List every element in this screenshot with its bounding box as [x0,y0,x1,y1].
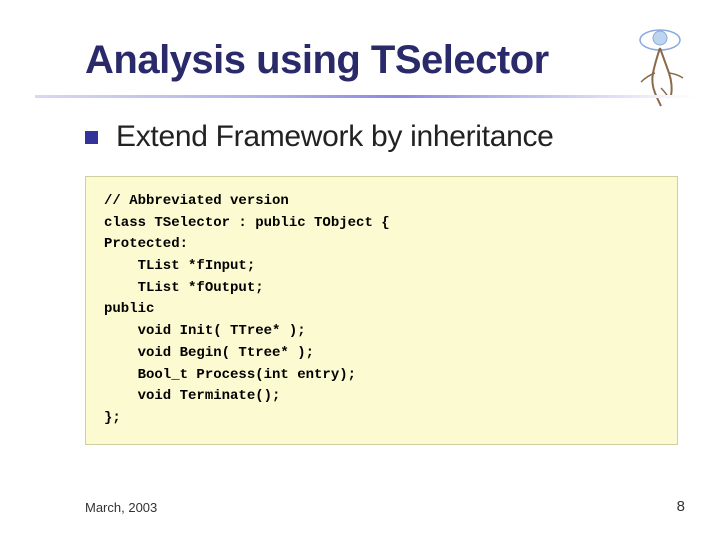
page-number: 8 [677,498,685,515]
bullet-item: Extend Framework by inheritance [85,120,680,154]
bullet-text: Extend Framework by inheritance [116,120,554,154]
slide-title: Analysis using TSelector [85,38,660,83]
code-block: // Abbreviated version class TSelector :… [85,176,678,445]
title-underline [35,95,695,98]
footer-date: March, 2003 [85,500,157,515]
square-bullet-icon [85,131,98,144]
title-area: Analysis using TSelector [85,38,660,83]
slide: Analysis using TSelector Extend Framewor… [0,0,720,540]
slide-body: Extend Framework by inheritance // Abbre… [85,120,680,445]
